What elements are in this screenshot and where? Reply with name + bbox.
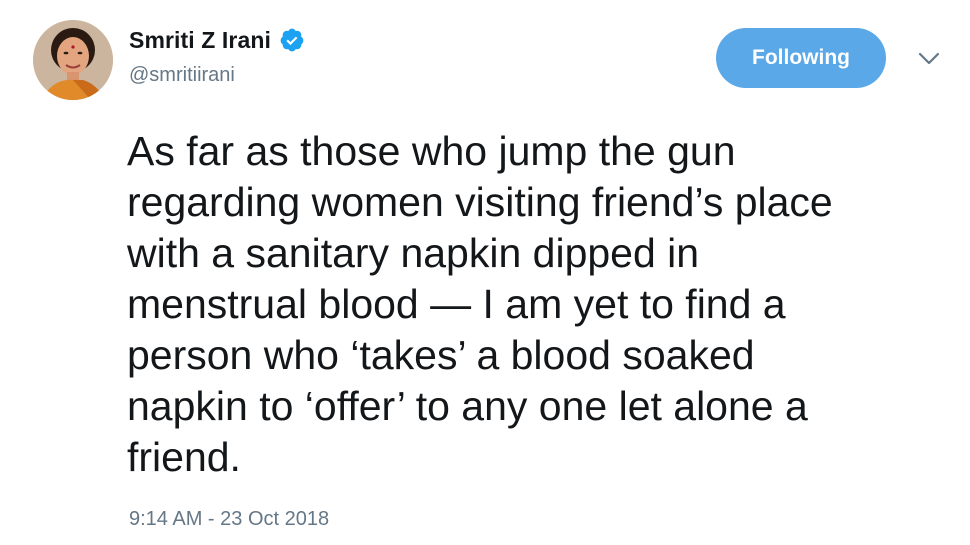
- following-button[interactable]: Following: [716, 28, 886, 88]
- author-handle[interactable]: @smritiirani: [129, 64, 235, 87]
- author-name-row: Smriti Z Irani: [129, 25, 305, 55]
- tweet-text: As far as those who jump the gun regardi…: [127, 128, 833, 480]
- author-display-name[interactable]: Smriti Z Irani: [129, 27, 271, 54]
- chevron-down-icon[interactable]: [918, 52, 940, 66]
- author-avatar[interactable]: [33, 20, 113, 100]
- verified-badge-icon: [279, 27, 305, 53]
- tweet-timestamp[interactable]: 9:14 AM - 23 Oct 2018: [129, 508, 329, 531]
- tweet-card: Smriti Z Irani @smritiirani Following As…: [0, 0, 970, 545]
- profile-photo-icon: [33, 20, 113, 100]
